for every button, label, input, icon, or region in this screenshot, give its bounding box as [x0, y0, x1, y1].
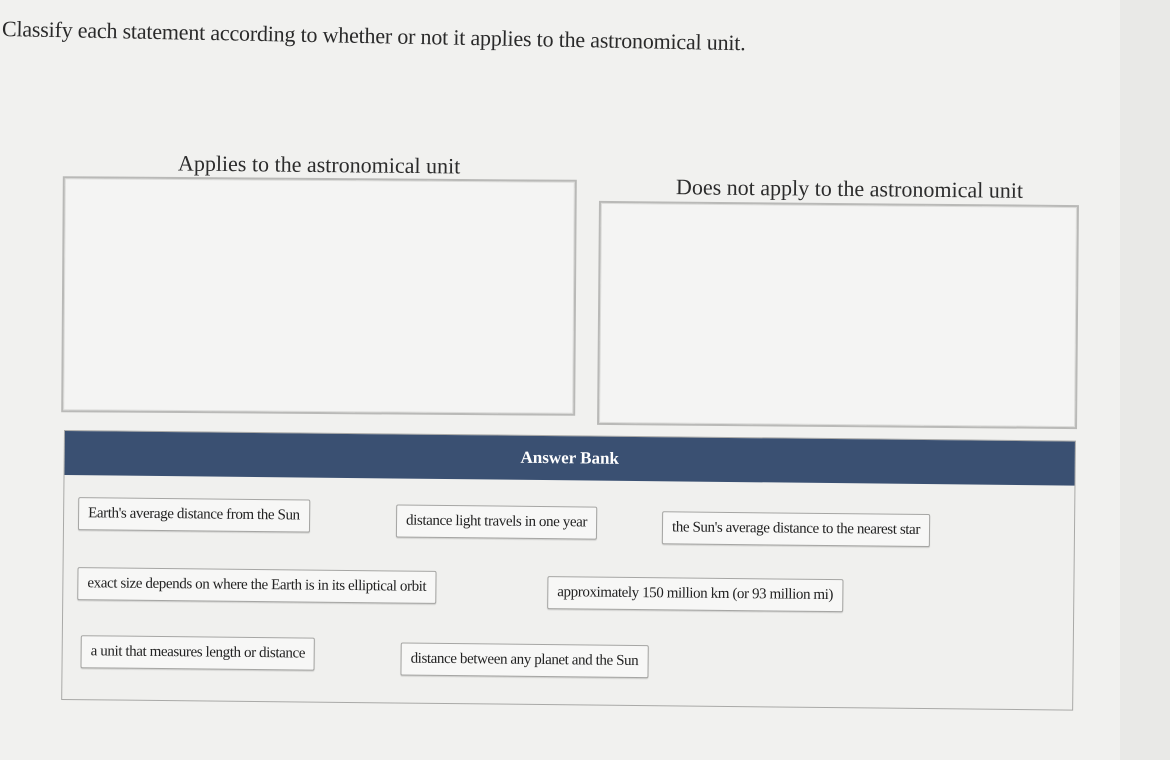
- answer-chip[interactable]: a unit that measures length or distance: [80, 635, 316, 671]
- not-applies-zone-label: Does not apply to the astronomical unit: [675, 174, 1024, 203]
- applies-drop-zone[interactable]: [61, 176, 577, 416]
- answer-chip[interactable]: distance between any planet and the Sun: [400, 642, 649, 679]
- answer-chip[interactable]: Earth's average distance from the Sun: [77, 497, 310, 533]
- applies-zone-label: Applies to the astronomical unit: [177, 150, 461, 179]
- question-page: Classify each statement according to whe…: [0, 0, 1120, 760]
- answer-chip[interactable]: exact size depends on where the Earth is…: [77, 567, 437, 604]
- not-applies-drop-zone[interactable]: [597, 200, 1079, 430]
- answer-bank: Answer Bank Earth's average distance fro…: [61, 430, 1076, 711]
- question-instruction: Classify each statement according to whe…: [1, 16, 746, 56]
- answer-chip[interactable]: distance light travels in one year: [395, 504, 598, 540]
- answer-bank-title: Answer Bank: [64, 431, 1075, 486]
- answer-chip[interactable]: approximately 150 million km (or 93 mill…: [547, 576, 844, 613]
- answer-chip[interactable]: the Sun's average distance to the neares…: [661, 511, 931, 548]
